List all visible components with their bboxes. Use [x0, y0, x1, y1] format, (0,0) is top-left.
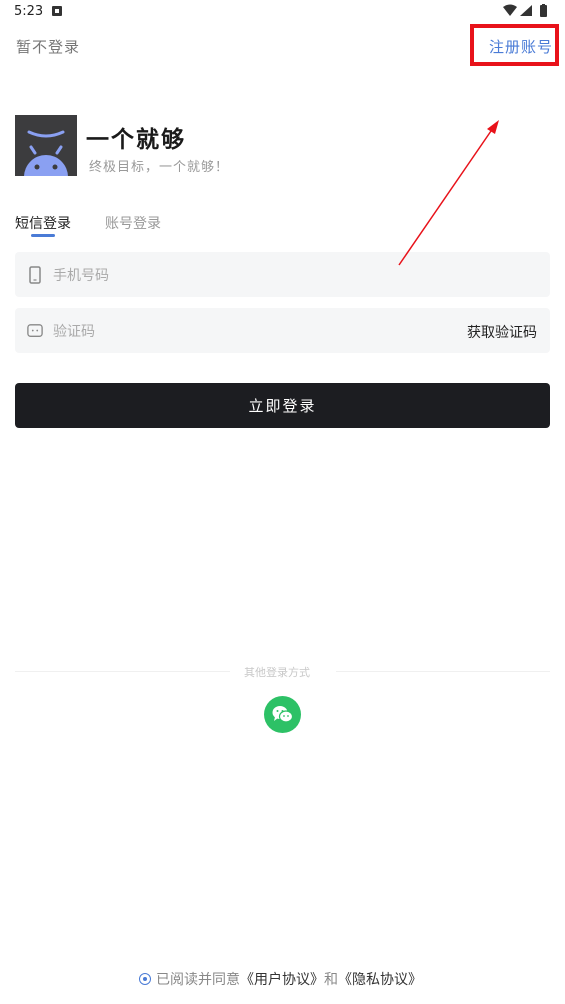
app-logo: [15, 115, 77, 176]
wifi-icon: [503, 4, 517, 16]
tab-sms-login[interactable]: 短信登录: [15, 213, 71, 233]
other-login-label: 其他登录方式: [244, 666, 310, 679]
active-tab-indicator: [31, 234, 55, 237]
app-name: 一个就够: [86, 127, 186, 153]
app-slogan: 终极目标，一个就够！: [89, 160, 230, 175]
agreement-row: 已阅读并同意《用户协议》和《隐私协议》: [139, 969, 422, 989]
tab-account-login[interactable]: 账号登录: [105, 213, 161, 233]
phone-field: [15, 252, 550, 299]
notification-icon: [52, 6, 62, 16]
divider-left: [15, 671, 230, 672]
privacy-policy-link[interactable]: 《隐私协议》: [338, 972, 422, 988]
phone-icon: [29, 266, 41, 284]
status-bar: 5:23: [0, 0, 565, 24]
agree-radio[interactable]: [139, 973, 151, 985]
verification-code-field: 获取验证码: [15, 308, 550, 355]
message-code-icon: [27, 324, 43, 337]
annotation-arrow: [398, 120, 499, 266]
skip-login-button[interactable]: 暂不登录: [16, 36, 80, 57]
agreement-and: 和: [324, 972, 338, 988]
login-button[interactable]: 立即登录: [15, 383, 550, 428]
divider-right: [336, 671, 550, 672]
agreement-prefix: 已阅读并同意: [156, 972, 240, 988]
phone-input[interactable]: [51, 252, 435, 299]
wechat-icon: [272, 706, 293, 723]
wechat-login-button[interactable]: [264, 696, 301, 733]
verification-code-input[interactable]: [51, 308, 435, 355]
battery-icon: [540, 5, 547, 17]
highlight-annotation-box: [470, 24, 559, 66]
status-icons: [503, 4, 547, 17]
android-robot-icon: [24, 130, 68, 176]
signal-icon: [520, 5, 532, 16]
get-code-button[interactable]: 获取验证码: [467, 322, 537, 342]
user-agreement-link[interactable]: 《用户协议》: [240, 972, 324, 988]
status-time: 5:23: [14, 4, 44, 19]
